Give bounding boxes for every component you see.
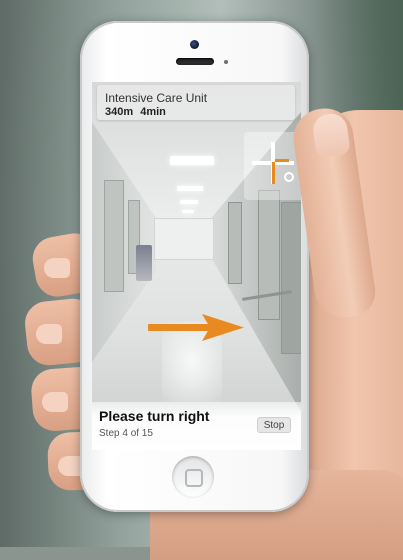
door	[258, 190, 280, 320]
crosshair-compass-icon[interactable]	[244, 132, 301, 200]
phone-screen: Intensive Care Unit 340m 4min Please tur…	[92, 82, 301, 450]
ceiling-light	[182, 210, 194, 213]
door	[281, 202, 301, 354]
position-dot	[284, 172, 294, 182]
stop-button[interactable]: Stop	[257, 417, 291, 433]
earpiece-speaker	[176, 58, 214, 65]
destination-banner: Intensive Care Unit 340m 4min	[97, 85, 295, 120]
instruction-text: Please turn right	[99, 408, 210, 424]
home-button-icon[interactable]	[172, 456, 214, 498]
duration: 4min	[140, 106, 166, 118]
instruction-panel: Please turn right Step 4 of 15 Stop	[92, 402, 301, 450]
hospital-cart	[136, 245, 152, 281]
ceiling-light	[170, 156, 214, 165]
distance: 340m	[105, 106, 134, 118]
hallway-end-wall	[154, 218, 214, 260]
ceiling-light	[177, 186, 203, 191]
ceiling-light	[180, 200, 198, 204]
door	[228, 202, 242, 284]
arrow-right-icon	[148, 314, 244, 341]
distance-time: 340m 4min	[105, 106, 166, 118]
fingernail	[44, 258, 70, 278]
proximity-sensor	[224, 60, 228, 64]
heading-indicator	[272, 162, 275, 184]
front-camera	[190, 40, 199, 49]
heading-indicator	[275, 159, 289, 162]
door	[104, 180, 124, 292]
destination-name: Intensive Care Unit	[105, 91, 208, 105]
step-counter: Step 4 of 15	[99, 428, 153, 439]
fingernail	[42, 392, 68, 412]
home-button-square	[185, 469, 203, 487]
fingernail	[36, 324, 62, 344]
